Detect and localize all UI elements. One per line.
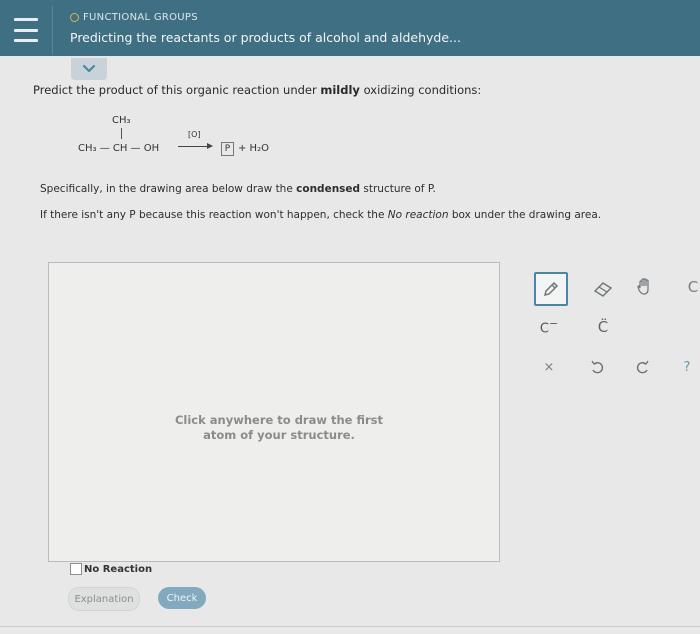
prompt-text: Predict the product of this organic reac… — [33, 83, 321, 97]
clear-tool[interactable]: × — [534, 352, 564, 382]
eraser-tool[interactable] — [588, 274, 618, 304]
methyl-group: CH₃ — [112, 115, 131, 126]
prompt-text-end: oxidizing conditions: — [359, 83, 482, 97]
header-divider — [52, 6, 53, 54]
topic-label: FUNCTIONAL GROUPS — [70, 12, 198, 23]
no-reaction-option[interactable]: No Reaction — [70, 563, 152, 575]
no-reaction-checkbox[interactable] — [70, 563, 82, 575]
spec2-text-end: box under the drawing area. — [448, 209, 602, 221]
pencil-tool[interactable] — [534, 272, 568, 306]
reactant-chain: CH₃ — CH — OH — [78, 143, 160, 154]
page-title: Predicting the reactants or products of … — [70, 30, 461, 45]
hand-icon — [637, 278, 649, 295]
hint-line-2: atom of your structure. — [203, 428, 355, 442]
spec1-bold: condensed — [296, 183, 361, 195]
chevron-down-icon — [82, 64, 96, 73]
help-icon[interactable]: ? — [672, 352, 700, 382]
spec1-text: Specifically, in the drawing area below … — [40, 183, 297, 195]
carbanion-letter: C — [539, 321, 549, 337]
hint-line-1: Click anywhere to draw the first — [174, 413, 384, 427]
hand-tool[interactable] — [630, 272, 660, 302]
eraser-icon — [593, 282, 613, 297]
carbon-tool-cutoff[interactable]: C — [678, 272, 700, 302]
product-box: P — [221, 142, 234, 156]
clear-icon: × — [543, 359, 555, 375]
carbanion-tool[interactable]: C− — [534, 312, 564, 342]
side-products: + H₂O — [238, 143, 269, 154]
carbanion-charge: − — [549, 317, 559, 331]
check-button[interactable]: Check — [158, 587, 206, 609]
lone-pair-label: C̈ — [597, 318, 609, 336]
menu-icon[interactable] — [14, 18, 38, 42]
reaction-arrow: [O] — [178, 130, 214, 150]
undo-tool[interactable] — [582, 352, 612, 382]
reaction-equation: CH₃ CH₃ — CH — OH [O] P + H₂O — [78, 113, 338, 163]
instruction-condensed: Specifically, in the drawing area below … — [40, 183, 436, 195]
spec2-italic: No reaction — [387, 209, 449, 221]
explanation-button[interactable]: Explanation — [68, 587, 140, 611]
collapse-tab[interactable] — [71, 58, 107, 80]
carbanion-label: C− — [540, 317, 558, 336]
arrow-head-icon — [207, 143, 213, 149]
oxidant-label: [O] — [188, 130, 201, 139]
arrow-shaft — [178, 146, 208, 147]
drawing-hint: Click anywhere to draw the first atom of… — [49, 413, 509, 443]
spec2-text: If there isn't any P because this reacti… — [40, 209, 388, 221]
spec1-text-end: structure of P. — [360, 183, 436, 195]
question-prompt: Predict the product of this organic reac… — [33, 83, 481, 97]
drawing-canvas[interactable]: Click anywhere to draw the first atom of… — [48, 262, 500, 562]
topic-text: FUNCTIONAL GROUPS — [83, 12, 198, 23]
pencil-icon — [543, 281, 559, 297]
topic-circle-icon — [70, 13, 79, 22]
footer-divider — [0, 626, 700, 627]
vertical-bond — [121, 128, 122, 139]
redo-tool[interactable] — [628, 352, 658, 382]
no-reaction-label: No Reaction — [84, 563, 153, 575]
lone-pair-tool[interactable]: C̈ — [588, 312, 618, 342]
redo-icon — [636, 360, 649, 374]
action-bar: Explanation Check — [48, 580, 700, 620]
header-bar: FUNCTIONAL GROUPS Predicting the reactan… — [0, 0, 700, 56]
drawing-toolbar: C C− C̈ × ? — [530, 262, 700, 382]
prompt-bold: mildly — [320, 83, 360, 97]
instruction-no-reaction: If there isn't any P because this reacti… — [40, 209, 601, 221]
undo-icon — [591, 360, 604, 374]
